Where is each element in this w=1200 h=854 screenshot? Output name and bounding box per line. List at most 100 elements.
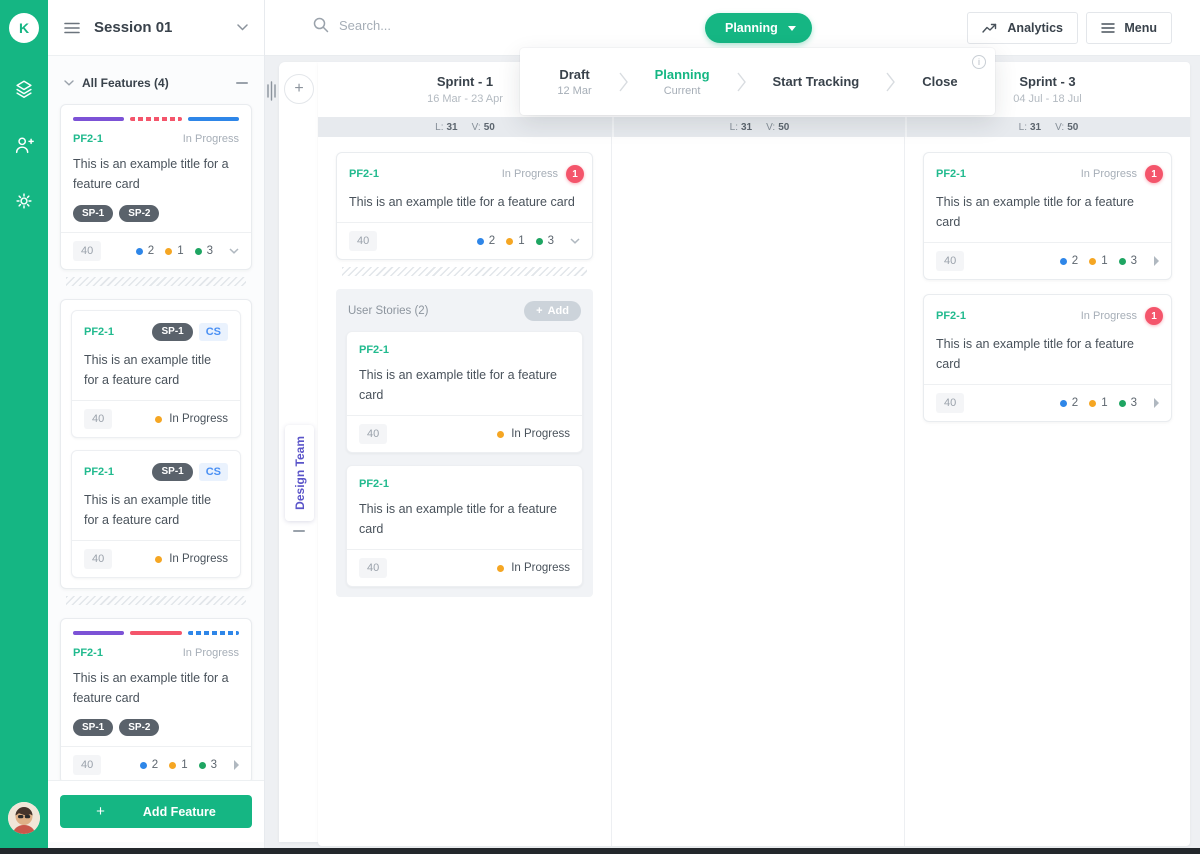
blue-dot: [1059, 257, 1067, 265]
expand-chevron-right-icon[interactable]: [1153, 398, 1159, 408]
story-card[interactable]: PF2-1 SP-1 CS This is an example title f…: [71, 450, 241, 578]
search-input[interactable]: [339, 17, 519, 33]
app-sidebar: K: [0, 0, 48, 848]
team-rail: + Design Team: [279, 62, 319, 842]
team-tab-design-team[interactable]: Design Team: [285, 425, 314, 521]
blue-dot: [476, 237, 484, 245]
tag-pill: SP-1: [73, 719, 114, 736]
sprint-card[interactable]: PF2-1 In Progress 1 This is an example t…: [923, 152, 1172, 280]
card-id: PF2-1: [936, 168, 966, 180]
points-chip: 40: [84, 409, 113, 429]
caret-down-icon: [787, 25, 796, 31]
search-icon: [313, 17, 329, 33]
orange-dot: [1089, 399, 1097, 407]
add-user-icon[interactable]: [12, 133, 36, 157]
feature-card[interactable]: PF2-1 In Progress This is an example tit…: [60, 104, 252, 270]
stage-planning[interactable]: Planning Current: [655, 67, 710, 97]
sprint-card[interactable]: PF2-1 In Progress 1 This is an example t…: [923, 294, 1172, 422]
progress-line-blue: [187, 117, 239, 121]
info-icon[interactable]: i: [972, 55, 986, 69]
features-list: All Features (4) PF2-1 In Progress This …: [48, 56, 264, 784]
stats-sprint-2: L: 31 V: 50: [612, 117, 905, 137]
add-feature-button[interactable]: + Add Feature: [60, 795, 252, 828]
stage-chevron-icon: [885, 70, 896, 94]
story-card[interactable]: PF2-1 This is an example title for a fea…: [346, 331, 583, 453]
add-feature-area: + Add Feature: [48, 780, 264, 842]
expand-chevron-right-icon[interactable]: [1153, 256, 1159, 266]
column-sprint-1: PF2-1 In Progress 1 This is an example t…: [318, 137, 612, 846]
progress-line-red-dashed: [130, 117, 182, 121]
session-chevron-down-icon[interactable]: [237, 24, 248, 31]
expand-chevron-down-icon[interactable]: [570, 238, 580, 244]
points-chip: 40: [936, 393, 965, 413]
menu-button[interactable]: Menu: [1086, 12, 1172, 44]
features-section-label: All Features (4): [82, 76, 169, 90]
card-title: This is an example title for a feature c…: [349, 195, 575, 209]
stage-close[interactable]: Close: [922, 74, 957, 89]
rail-minus-icon[interactable]: [293, 530, 305, 532]
points-chip: 40: [349, 231, 378, 251]
points-chip: 40: [936, 251, 965, 271]
count-dots: 2 1 3: [476, 235, 560, 247]
settings-gear-icon[interactable]: [12, 189, 36, 213]
card-id: PF2-1: [73, 133, 103, 145]
card-title: This is an example title for a feature c…: [73, 671, 229, 705]
layers-icon[interactable]: [12, 77, 36, 101]
stage-start-tracking[interactable]: Start Tracking: [773, 74, 860, 89]
story-card[interactable]: PF2-1 SP-1 CS This is an example title f…: [71, 310, 241, 438]
card-id: PF2-1: [359, 344, 389, 356]
add-team-button[interactable]: +: [284, 74, 314, 104]
collapse-chevron-icon[interactable]: [64, 80, 74, 86]
card-id: PF2-1: [84, 466, 114, 478]
app-logo[interactable]: K: [9, 13, 39, 43]
hamburger-icon[interactable]: [64, 22, 80, 34]
user-stories-section: User Stories (2) + Add PF2-1 This is an …: [336, 289, 593, 597]
session-header: Session 01: [48, 0, 264, 56]
search-box[interactable]: [313, 17, 519, 33]
sprint-card[interactable]: PF2-1 In Progress 1 This is an example t…: [336, 152, 593, 260]
progress-lines: [73, 631, 239, 635]
collapse-minus-icon[interactable]: [236, 82, 248, 84]
tag-pill: SP-1: [73, 205, 114, 222]
blue-dot: [139, 761, 147, 769]
alert-badge: 1: [1145, 307, 1163, 325]
orange-dot: [165, 247, 173, 255]
stage-draft[interactable]: Draft 12 Mar: [557, 67, 591, 97]
tag-pill: SP-2: [119, 719, 160, 736]
progress-line-purple: [73, 117, 125, 121]
user-avatar[interactable]: [8, 802, 40, 834]
menu-hamburger-icon: [1101, 23, 1116, 33]
points-chip: 40: [84, 549, 113, 569]
column-sprint-3: PF2-1 In Progress 1 This is an example t…: [905, 137, 1190, 846]
stage-chevron-icon: [736, 70, 747, 94]
stats-sprint-3: L: 31 V: 50: [905, 117, 1190, 137]
stack-hatch-texture: [342, 267, 587, 276]
orange-dot: [1089, 257, 1097, 265]
features-panel: Session 01 All Features (4) PF2-1 In Pro…: [48, 0, 265, 848]
planning-dropdown-button[interactable]: Planning: [705, 13, 812, 43]
tag-pill: SP-2: [119, 205, 160, 222]
panel-resize-handle[interactable]: [267, 80, 276, 102]
card-title: This is an example title for a feature c…: [936, 337, 1135, 371]
stack-hatch-texture: [66, 277, 246, 286]
points-chip: 40: [359, 558, 388, 578]
blue-dot: [1059, 399, 1067, 407]
main-area: Planning Analytics Menu + Design Team: [265, 0, 1200, 848]
progress-line-red: [130, 631, 182, 635]
workflow-stages-popup: Draft 12 Mar Planning Current Start Trac…: [520, 48, 995, 115]
features-section-header: All Features (4): [60, 70, 252, 104]
status-inline: In Progress: [155, 413, 228, 425]
expand-chevron-right-icon[interactable]: [233, 760, 239, 770]
feature-card[interactable]: PF2-1 In Progress This is an example tit…: [60, 618, 252, 784]
expand-chevron-down-icon[interactable]: [229, 248, 239, 254]
count-dots: 2 1 3: [139, 759, 223, 771]
tag-pill: SP-1: [152, 463, 193, 481]
analytics-button[interactable]: Analytics: [967, 12, 1078, 44]
column-sprint-2: [612, 137, 905, 846]
orange-dot: [169, 761, 177, 769]
add-story-button[interactable]: + Add: [524, 301, 581, 321]
alert-badge: 1: [1145, 165, 1163, 183]
story-card[interactable]: PF2-1 This is an example title for a fea…: [346, 465, 583, 587]
cs-chip: CS: [198, 323, 228, 341]
plus-icon: +: [96, 803, 105, 820]
